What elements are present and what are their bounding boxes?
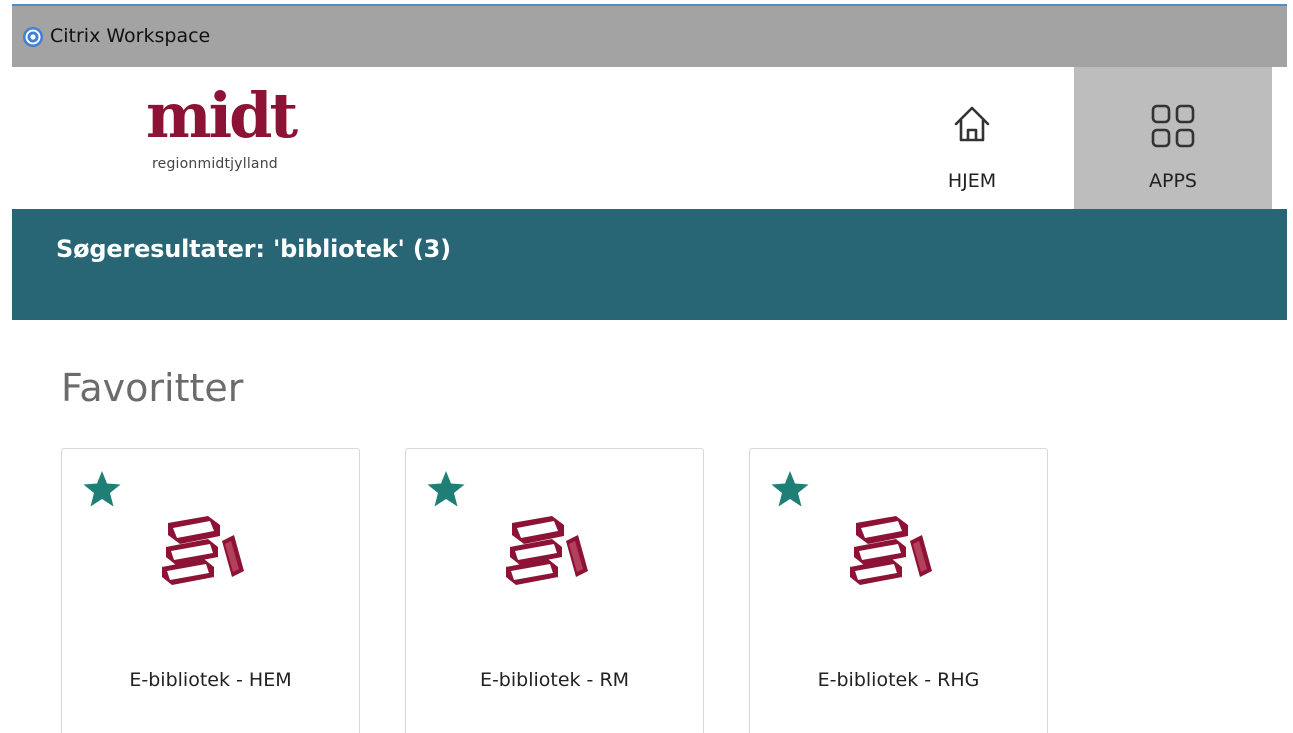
app-card-e-bibliotek-rhg[interactable]: E-bibliotek - RHG [749,448,1048,733]
favorite-star-icon[interactable] [770,469,810,509]
app-card-e-bibliotek-rm[interactable]: E-bibliotek - RM [405,448,704,733]
app-card-e-bibliotek-hem[interactable]: E-bibliotek - HEM [61,448,360,733]
favorite-star-icon[interactable] [426,469,466,509]
logo-wordmark: midt [146,79,298,152]
logo-subtitle: regionmidtjylland [152,156,278,172]
nav-home[interactable]: HJEM [912,67,1032,209]
citrix-workspace-window: Citrix Workspace midt regionmidtjylland … [12,4,1287,733]
window-title: Citrix Workspace [50,25,211,47]
apps-grid-icon [1151,104,1195,148]
nav-apps-label: APPS [1149,170,1197,192]
nav-home-label: HJEM [947,170,997,192]
favorites-heading: Favoritter [61,366,244,410]
home-icon [954,106,990,142]
citrix-icon [23,27,43,47]
app-name: E-bibliotek - HEM [129,669,292,691]
app-name: E-bibliotek - RHG [817,669,980,691]
favorite-star-icon[interactable] [82,469,122,509]
search-results-title: Søgeresultater: 'bibliotek' (3) [56,235,451,263]
books-icon [162,516,244,585]
region-midt-logo[interactable]: midt regionmidtjylland [146,85,326,187]
header: midt regionmidtjylland HJEM APPS [12,67,1287,209]
search-results-banner: Søgeresultater: 'bibliotek' (3) [12,209,1287,320]
title-bar[interactable]: Citrix Workspace [12,4,1287,67]
books-icon [850,516,932,585]
books-icon [506,516,588,585]
app-name: E-bibliotek - RM [479,669,630,691]
nav-apps[interactable]: APPS [1074,67,1272,209]
